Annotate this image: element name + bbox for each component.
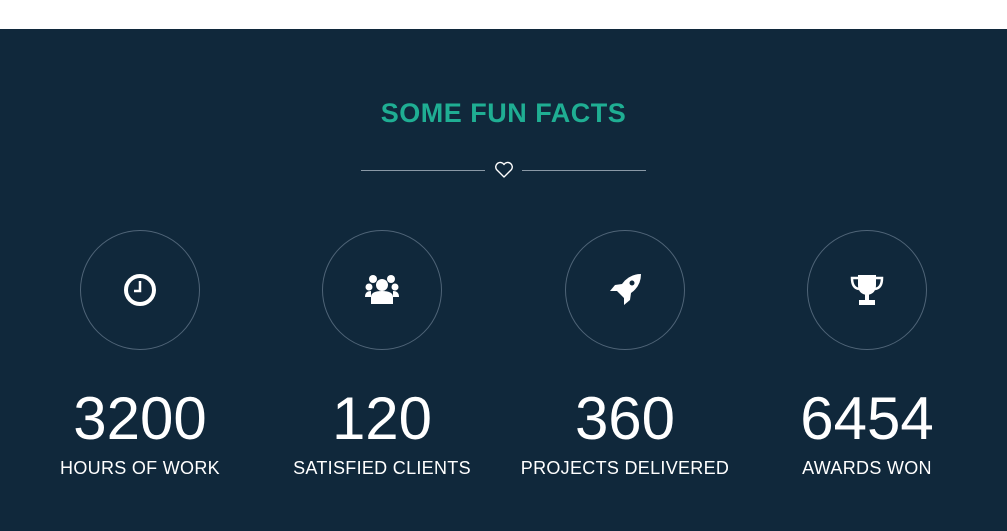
stat-projects: 360 PROJECTS DELIVERED bbox=[505, 230, 745, 479]
clock-icon bbox=[124, 274, 156, 306]
stat-value: 360 bbox=[574, 385, 676, 452]
stat-hours: 3200 HOURS OF WORK bbox=[20, 230, 260, 479]
trophy-icon bbox=[850, 275, 884, 305]
icon-circle bbox=[80, 230, 200, 350]
stat-label: HOURS OF WORK bbox=[60, 458, 220, 478]
divider-right bbox=[522, 170, 646, 171]
fun-facts-section: SOME FUN FACTS 3200 HOURS OF WORK 120 SA… bbox=[0, 29, 1007, 531]
top-bar bbox=[0, 0, 1007, 29]
heart-outline-icon bbox=[495, 161, 513, 178]
users-group-icon bbox=[365, 275, 399, 304]
section-title: SOME FUN FACTS bbox=[380, 98, 627, 128]
rocket-icon bbox=[610, 274, 641, 305]
icon-circle bbox=[322, 230, 442, 350]
stat-clients: 120 SATISFIED CLIENTS bbox=[262, 230, 502, 479]
stat-value: 3200 bbox=[73, 385, 207, 452]
icon-circle bbox=[565, 230, 685, 350]
stat-label: AWARDS WON bbox=[802, 458, 932, 478]
divider-left bbox=[361, 170, 485, 171]
stat-value: 6454 bbox=[800, 385, 934, 452]
stat-label: PROJECTS DELIVERED bbox=[520, 458, 730, 478]
stat-awards: 6454 AWARDS WON bbox=[747, 230, 987, 479]
icon-circle bbox=[807, 230, 927, 350]
stat-label: SATISFIED CLIENTS bbox=[293, 458, 471, 478]
stat-value: 120 bbox=[331, 385, 433, 452]
